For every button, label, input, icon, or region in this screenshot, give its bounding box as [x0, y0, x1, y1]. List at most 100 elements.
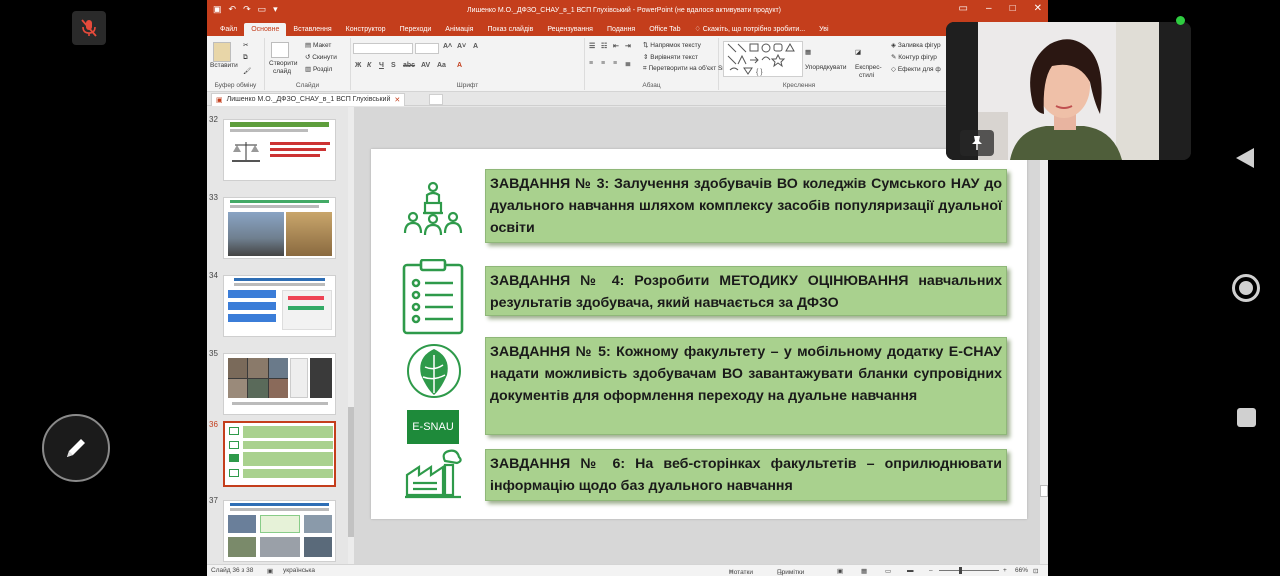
save-icon[interactable]: ▣: [213, 4, 222, 15]
slideshow-icon[interactable]: ▭: [258, 4, 267, 15]
font-name-field[interactable]: [353, 43, 413, 54]
format-painter-icon[interactable]: 🖌: [243, 67, 251, 75]
bold-icon[interactable]: Ж: [355, 62, 361, 69]
spellcheck-icon[interactable]: ▣: [267, 567, 273, 575]
slide-sorter-icon[interactable]: ▦: [861, 567, 867, 575]
annotate-pen-button[interactable]: [42, 414, 110, 482]
text-direction-button[interactable]: ⇅ Напрямок тексту: [643, 41, 701, 49]
language-indicator[interactable]: українська: [283, 567, 315, 574]
shape-fill-button[interactable]: ◈ Заливка фігур: [891, 41, 941, 49]
editor-scrollbar[interactable]: [1040, 107, 1048, 564]
editor-scrollbar-thumb[interactable]: [1040, 485, 1048, 497]
grow-font-icon[interactable]: A˄: [443, 43, 452, 50]
section-button[interactable]: ▥ Розділ: [305, 65, 332, 73]
maximize-icon[interactable]: □: [1010, 3, 1016, 14]
new-slide-button[interactable]: [271, 42, 289, 60]
bullets-icon[interactable]: ☰: [589, 42, 595, 50]
zoom-level[interactable]: 66%: [1015, 567, 1028, 574]
cut-icon[interactable]: ✂: [243, 41, 248, 49]
sign-in-link[interactable]: Уві: [812, 23, 835, 36]
redo-icon[interactable]: ↷: [243, 4, 251, 15]
paste-label: Вставити: [210, 62, 238, 69]
align-right-icon[interactable]: ≡: [613, 60, 617, 67]
font-size-field[interactable]: [415, 43, 439, 54]
new-document-tab-button[interactable]: [429, 94, 443, 105]
slideshow-view-icon[interactable]: ▬: [907, 567, 914, 574]
mic-off-icon: [81, 19, 97, 37]
quick-styles-button[interactable]: ◪: [855, 48, 861, 56]
effects-icon: ◇: [891, 66, 898, 73]
tab-design[interactable]: Конструктор: [339, 23, 393, 36]
clear-format-icon[interactable]: A: [473, 43, 478, 50]
nav-home-button[interactable]: [1232, 274, 1260, 302]
copy-icon[interactable]: ⧉: [243, 54, 248, 62]
arrange-button[interactable]: ▦: [805, 48, 811, 56]
webcam-video[interactable]: [946, 22, 1191, 160]
pin-video-button[interactable]: [960, 130, 994, 156]
pin-icon: [972, 136, 982, 150]
align-center-icon[interactable]: ≡: [601, 60, 605, 67]
group-font: A˄ A˅ A Ж К Ч S abc AV Aa A Шрифт: [351, 38, 585, 90]
fit-to-window-icon[interactable]: ⊡: [1033, 567, 1038, 575]
tab-transitions[interactable]: Переходи: [393, 23, 439, 36]
tab-view[interactable]: Подання: [600, 23, 642, 36]
shapes-gallery[interactable]: { }: [723, 41, 803, 77]
undo-icon[interactable]: ↶: [229, 4, 237, 15]
task-3-box: ЗАВДАННЯ № 3: Залучення здобувачів ВО ко…: [485, 169, 1007, 243]
paste-button[interactable]: [213, 42, 231, 64]
slide-thumbnail-34[interactable]: [223, 275, 336, 337]
minimize-icon[interactable]: –: [986, 3, 992, 14]
slide-thumbnail-35[interactable]: [223, 353, 336, 415]
tab-home[interactable]: Основне: [244, 23, 287, 36]
spacing-icon[interactable]: AV: [421, 62, 430, 69]
slide-thumbnail-33[interactable]: [223, 197, 336, 259]
more-icon[interactable]: ▾: [273, 4, 278, 15]
tab-slideshow[interactable]: Показ слайдів: [480, 23, 540, 36]
zoom-slider-thumb[interactable]: [959, 567, 962, 574]
tell-me-search[interactable]: ♢ Скажіть, що потрібно зробити...: [688, 22, 813, 36]
thumbnail-number: 35: [209, 349, 218, 358]
shadow-icon[interactable]: S: [391, 62, 396, 69]
tab-insert[interactable]: Вставлення: [286, 23, 338, 36]
arrange-label: Упорядкувати: [805, 64, 847, 71]
tab-office-tab[interactable]: Office Tab: [642, 23, 687, 36]
shape-effects-button[interactable]: ◇ Ефекти для ф: [891, 65, 941, 73]
recording-indicator: [1176, 16, 1185, 25]
justify-icon[interactable]: ≣: [625, 60, 631, 68]
ribbon-display-icon[interactable]: ▭: [959, 3, 968, 14]
esnau-logo-icon: E-SNAU: [401, 343, 467, 444]
recent-apps-icon[interactable]: [1237, 408, 1256, 427]
zoom-out-icon[interactable]: –: [929, 567, 933, 574]
underline-icon[interactable]: Ч: [379, 62, 384, 69]
zoom-slider[interactable]: [939, 570, 999, 571]
current-slide[interactable]: ЗАВДАННЯ № 3: Залучення здобувачів ВО ко…: [371, 149, 1027, 519]
numbering-icon[interactable]: ☷: [601, 42, 607, 50]
slide-thumbnail-36[interactable]: [223, 421, 336, 487]
document-tab-active[interactable]: ▣ Лишенко М.О._ДФЗО_СНАУ_в_1 ВСП Глухівс…: [211, 93, 406, 106]
close-icon[interactable]: ✕: [1034, 3, 1042, 14]
slide-thumbnail-37[interactable]: [223, 500, 336, 562]
tab-animations[interactable]: Анімація: [438, 23, 480, 36]
ribbon-home: Вставити ✂ ⧉ 🖌 Буфер обміну Створити сла…: [207, 36, 1048, 92]
font-color-icon[interactable]: A: [457, 62, 462, 69]
shrink-font-icon[interactable]: A˅: [457, 43, 466, 50]
shape-outline-button[interactable]: ✎ Контур фігур: [891, 53, 937, 61]
change-case-icon[interactable]: Aa: [437, 62, 446, 69]
strikethrough-icon[interactable]: abc: [403, 62, 415, 69]
nav-back-button[interactable]: [1234, 146, 1256, 175]
normal-view-icon[interactable]: ▣: [837, 567, 843, 575]
zoom-in-icon[interactable]: +: [1003, 567, 1007, 574]
slide-thumbnail-32[interactable]: [223, 119, 336, 181]
tab-review[interactable]: Рецензування: [540, 23, 600, 36]
increase-indent-icon[interactable]: ⇥: [625, 42, 631, 50]
reading-view-icon[interactable]: ▭: [885, 567, 891, 575]
align-left-icon[interactable]: ≡: [589, 60, 593, 67]
mic-off-button[interactable]: [72, 11, 106, 45]
align-text-button[interactable]: ⇕ Вирівняти текст: [643, 53, 698, 61]
tab-file[interactable]: Файл: [213, 23, 244, 36]
layout-button[interactable]: ▤ Макет: [305, 41, 331, 49]
reset-button[interactable]: ↺ Скинути: [305, 53, 337, 61]
document-tab-close-icon[interactable]: ✕: [394, 96, 400, 104]
decrease-indent-icon[interactable]: ⇤: [613, 42, 619, 50]
italic-icon[interactable]: К: [367, 62, 371, 69]
